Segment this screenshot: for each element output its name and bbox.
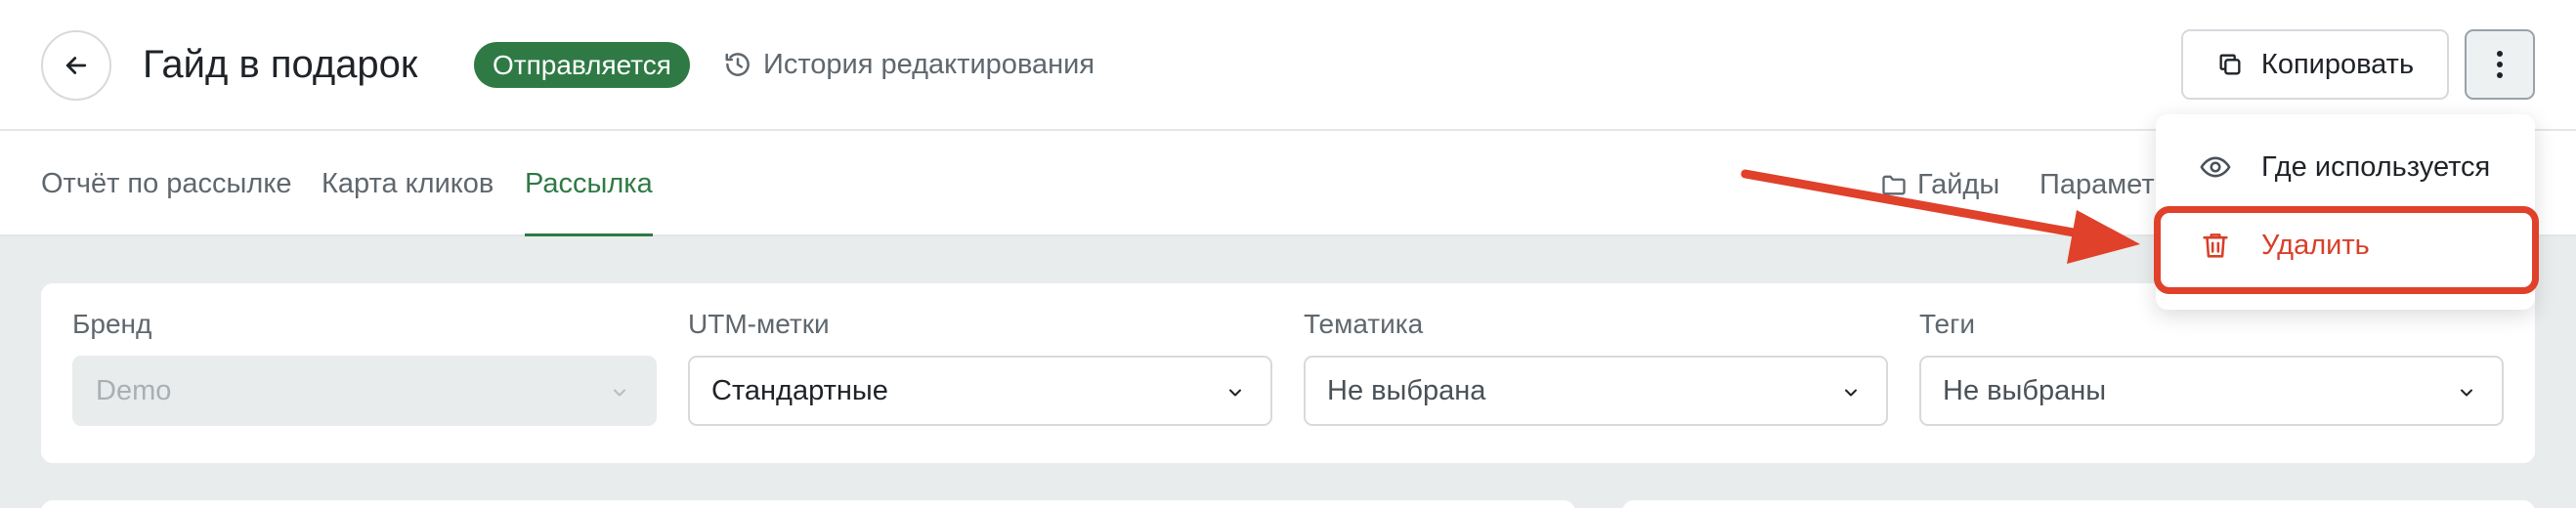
annotation-highlight-box	[2154, 206, 2539, 294]
chevron-down-icon	[614, 389, 625, 397]
copy-label: Копировать	[2260, 48, 2415, 80]
filter-utm-label: UTM-метки	[688, 309, 830, 339]
filter-topic: Тематика Не выбрана	[1304, 305, 1888, 426]
topic-select[interactable]: Не выбрана	[1304, 356, 1888, 426]
menu-item-where-used[interactable]: Где используется	[2156, 130, 2535, 204]
topic-select-value: Не выбрана	[1327, 374, 1486, 406]
filter-utm: UTM-метки Стандартные	[688, 305, 1272, 426]
copy-button[interactable]: Копировать	[2181, 29, 2449, 100]
edit-history-link[interactable]: История редактирования	[723, 39, 1095, 90]
tab-mailing[interactable]: Рассылка	[525, 133, 653, 236]
chevron-down-icon	[1845, 389, 1857, 397]
tags-select-value: Не выбраны	[1943, 374, 2107, 406]
back-button[interactable]	[41, 30, 111, 101]
chevron-down-icon	[2461, 389, 2472, 397]
tab-params[interactable]: Парамет	[2039, 133, 2155, 236]
side-card	[1622, 500, 2535, 508]
menu-item-where-used-label: Где используется	[2261, 150, 2491, 183]
filter-topic-label: Тематика	[1304, 309, 1424, 339]
utm-select-value: Стандартные	[711, 374, 888, 406]
chevron-down-icon	[1229, 389, 1241, 397]
arrow-left-icon	[65, 57, 87, 74]
tab-params-label: Парамет	[2039, 168, 2155, 200]
filter-tags-label: Теги	[1919, 309, 1975, 339]
history-clock-icon	[725, 53, 750, 76]
filter-brand-label: Бренд	[72, 309, 152, 339]
page-title: Гайд в подарок	[143, 43, 418, 86]
more-actions-button[interactable]	[2465, 29, 2535, 100]
status-badge: Отправляется	[474, 42, 690, 88]
filter-tags: Теги Не выбраны	[1919, 305, 2504, 426]
brand-select: Demo	[72, 356, 657, 426]
content-card	[41, 500, 1575, 508]
tab-guides-label: Гайды	[1917, 168, 2000, 200]
page-header: Гайд в подарок Отправляется История реда…	[0, 0, 2576, 131]
tab-report[interactable]: Отчёт по рассылке	[41, 133, 291, 236]
copy-icon	[2219, 54, 2241, 75]
tab-guides[interactable]: Гайды	[1880, 133, 1999, 236]
edit-history-label: История редактирования	[763, 48, 1095, 80]
tab-click-map[interactable]: Карта кликов	[322, 133, 494, 236]
brand-select-value: Demo	[96, 374, 172, 406]
utm-select[interactable]: Стандартные	[688, 356, 1272, 426]
filters-card: Бренд Demo UTM-метки Стандартные Тематик…	[41, 283, 2535, 463]
eye-icon	[2200, 156, 2231, 178]
more-vertical-icon	[2497, 51, 2503, 78]
tags-select[interactable]: Не выбраны	[1919, 356, 2504, 426]
filter-brand: Бренд Demo	[72, 305, 657, 426]
folder-icon	[1882, 175, 1906, 195]
